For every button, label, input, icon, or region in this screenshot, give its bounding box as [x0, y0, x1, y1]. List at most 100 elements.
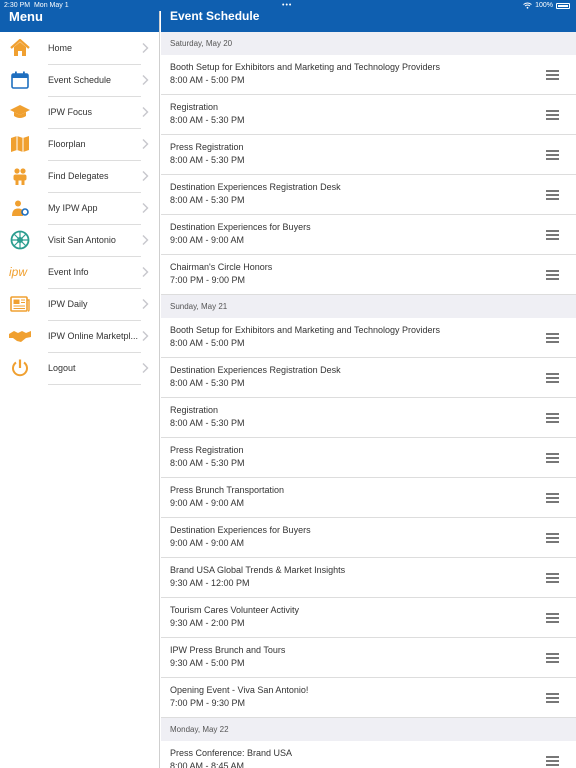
- event-row[interactable]: Destination Experiences Registration Des…: [161, 358, 576, 398]
- map-icon: [9, 133, 31, 155]
- event-row[interactable]: Registration 8:00 AM - 5:30 PM: [161, 398, 576, 438]
- sidebar-item-find-delegates[interactable]: Find Delegates: [0, 160, 159, 193]
- chevron-right-icon: [142, 75, 149, 85]
- reorder-handle-icon[interactable]: [546, 453, 559, 463]
- reorder-handle-icon[interactable]: [546, 693, 559, 703]
- chevron-right-icon: [142, 171, 149, 181]
- event-time: 8:00 AM - 5:30 PM: [170, 458, 245, 468]
- event-row[interactable]: Press Registration 8:00 AM - 5:30 PM: [161, 438, 576, 478]
- day-section-header: Saturday, May 20: [161, 32, 576, 55]
- calendar-icon: [9, 69, 31, 91]
- sidebar-item-ipw-focus[interactable]: IPW Focus: [0, 96, 159, 129]
- event-time: 7:00 PM - 9:30 PM: [170, 698, 246, 708]
- event-title: Opening Event - Viva San Antonio!: [170, 685, 309, 695]
- event-time: 8:00 AM - 5:30 PM: [170, 195, 245, 205]
- graduation-cap-icon: [9, 101, 31, 123]
- sidebar-item-label: Event Info: [48, 256, 141, 289]
- event-title: Destination Experiences for Buyers: [170, 525, 311, 535]
- page-title: Event Schedule: [170, 9, 260, 23]
- chevron-right-icon: [142, 203, 149, 213]
- event-time: 9:00 AM - 9:00 AM: [170, 235, 245, 245]
- status-time: 2:30 PM Mon May 1: [4, 2, 69, 9]
- reorder-handle-icon[interactable]: [546, 493, 559, 503]
- reorder-handle-icon[interactable]: [546, 150, 559, 160]
- multitasking-dots-icon: •••: [282, 2, 293, 9]
- sidebar-item-event-info[interactable]: ipw Event Info: [0, 256, 159, 289]
- reorder-handle-icon[interactable]: [546, 613, 559, 623]
- schedule-list[interactable]: Saturday, May 20 Booth Setup for Exhibit…: [161, 32, 576, 768]
- reorder-handle-icon[interactable]: [546, 413, 559, 423]
- sidebar-item-floorplan[interactable]: Floorplan: [0, 128, 159, 161]
- menu-list: Home Event Schedule IPW Focus Floorplan …: [0, 32, 159, 385]
- event-title: Registration: [170, 102, 219, 112]
- sidebar-item-my-ipw-app[interactable]: My IPW App: [0, 192, 159, 225]
- event-title: Destination Experiences for Buyers: [170, 222, 311, 232]
- reorder-handle-icon[interactable]: [546, 333, 559, 343]
- event-time: 8:00 AM - 5:30 PM: [170, 155, 245, 165]
- people-icon: [9, 165, 31, 187]
- day-section-header: Sunday, May 21: [161, 295, 576, 318]
- event-title: Tourism Cares Volunteer Activity: [170, 605, 300, 615]
- chevron-right-icon: [142, 363, 149, 373]
- sidebar-item-label: Logout: [48, 352, 141, 385]
- event-row[interactable]: Tourism Cares Volunteer Activity 9:30 AM…: [161, 598, 576, 638]
- reorder-handle-icon[interactable]: [546, 573, 559, 583]
- event-title: Booth Setup for Exhibitors and Marketing…: [170, 62, 440, 72]
- sidebar-title: Menu: [9, 9, 43, 24]
- sidebar-item-label: Find Delegates: [48, 160, 141, 193]
- event-time: 8:00 AM - 5:00 PM: [170, 75, 245, 85]
- power-icon: [9, 357, 31, 379]
- emblem-icon: [9, 229, 31, 251]
- event-title: Press Brunch Transportation: [170, 485, 285, 495]
- person-cog-icon: [9, 197, 31, 219]
- event-title: Chairman's Circle Honors: [170, 262, 273, 272]
- event-time: 9:00 AM - 9:00 AM: [170, 538, 245, 548]
- sidebar-item-home[interactable]: Home: [0, 32, 159, 65]
- battery-percent: 100%: [535, 2, 553, 9]
- event-row[interactable]: Booth Setup for Exhibitors and Marketing…: [161, 55, 576, 95]
- event-title: Destination Experiences Registration Des…: [170, 365, 341, 375]
- sidebar-item-label: IPW Online Marketpl...: [48, 320, 141, 353]
- chevron-right-icon: [142, 267, 149, 277]
- home-icon: [9, 37, 31, 59]
- event-row[interactable]: Destination Experiences for Buyers 9:00 …: [161, 215, 576, 255]
- event-row[interactable]: Opening Event - Viva San Antonio! 7:00 P…: [161, 678, 576, 718]
- reorder-handle-icon[interactable]: [546, 110, 559, 120]
- wifi-icon: [523, 2, 532, 9]
- event-row[interactable]: IPW Press Brunch and Tours 9:30 AM - 5:0…: [161, 638, 576, 678]
- newspaper-icon: [9, 293, 31, 315]
- event-row[interactable]: Brand USA Global Trends & Market Insight…: [161, 558, 576, 598]
- reorder-handle-icon[interactable]: [546, 756, 559, 766]
- event-title: Destination Experiences Registration Des…: [170, 182, 341, 192]
- event-title: Registration: [170, 405, 219, 415]
- day-section-header: Monday, May 22: [161, 718, 576, 741]
- sidebar-item-ipw-online-marketpl[interactable]: IPW Online Marketpl...: [0, 320, 159, 353]
- event-row[interactable]: Chairman's Circle Honors 7:00 PM - 9:00 …: [161, 255, 576, 295]
- svg-text:ipw: ipw: [9, 265, 28, 279]
- event-row[interactable]: Press Registration 8:00 AM - 5:30 PM: [161, 135, 576, 175]
- sidebar-item-event-schedule[interactable]: Event Schedule: [0, 64, 159, 97]
- chevron-right-icon: [142, 299, 149, 309]
- reorder-handle-icon[interactable]: [546, 70, 559, 80]
- sidebar-item-visit-san-antonio[interactable]: Visit San Antonio: [0, 224, 159, 257]
- reorder-handle-icon[interactable]: [546, 653, 559, 663]
- status-indicators: 100%: [523, 0, 570, 11]
- reorder-handle-icon[interactable]: [546, 230, 559, 240]
- event-row[interactable]: Destination Experiences for Buyers 9:00 …: [161, 518, 576, 558]
- event-row[interactable]: Press Conference: Brand USA 8:00 AM - 8:…: [161, 741, 576, 768]
- event-row[interactable]: Destination Experiences Registration Des…: [161, 175, 576, 215]
- sidebar-menu: Menu Home Event Schedule IPW Focus Floor…: [0, 0, 160, 768]
- event-row[interactable]: Booth Setup for Exhibitors and Marketing…: [161, 318, 576, 358]
- reorder-handle-icon[interactable]: [546, 190, 559, 200]
- reorder-handle-icon[interactable]: [546, 533, 559, 543]
- sidebar-item-label: Visit San Antonio: [48, 224, 141, 257]
- reorder-handle-icon[interactable]: [546, 373, 559, 383]
- event-time: 9:30 AM - 2:00 PM: [170, 618, 245, 628]
- sidebar-item-logout[interactable]: Logout: [0, 352, 159, 385]
- event-row[interactable]: Registration 8:00 AM - 5:30 PM: [161, 95, 576, 135]
- event-title: IPW Press Brunch and Tours: [170, 645, 286, 655]
- reorder-handle-icon[interactable]: [546, 270, 559, 280]
- sidebar-item-ipw-daily[interactable]: IPW Daily: [0, 288, 159, 321]
- event-row[interactable]: Press Brunch Transportation 9:00 AM - 9:…: [161, 478, 576, 518]
- chevron-right-icon: [142, 107, 149, 117]
